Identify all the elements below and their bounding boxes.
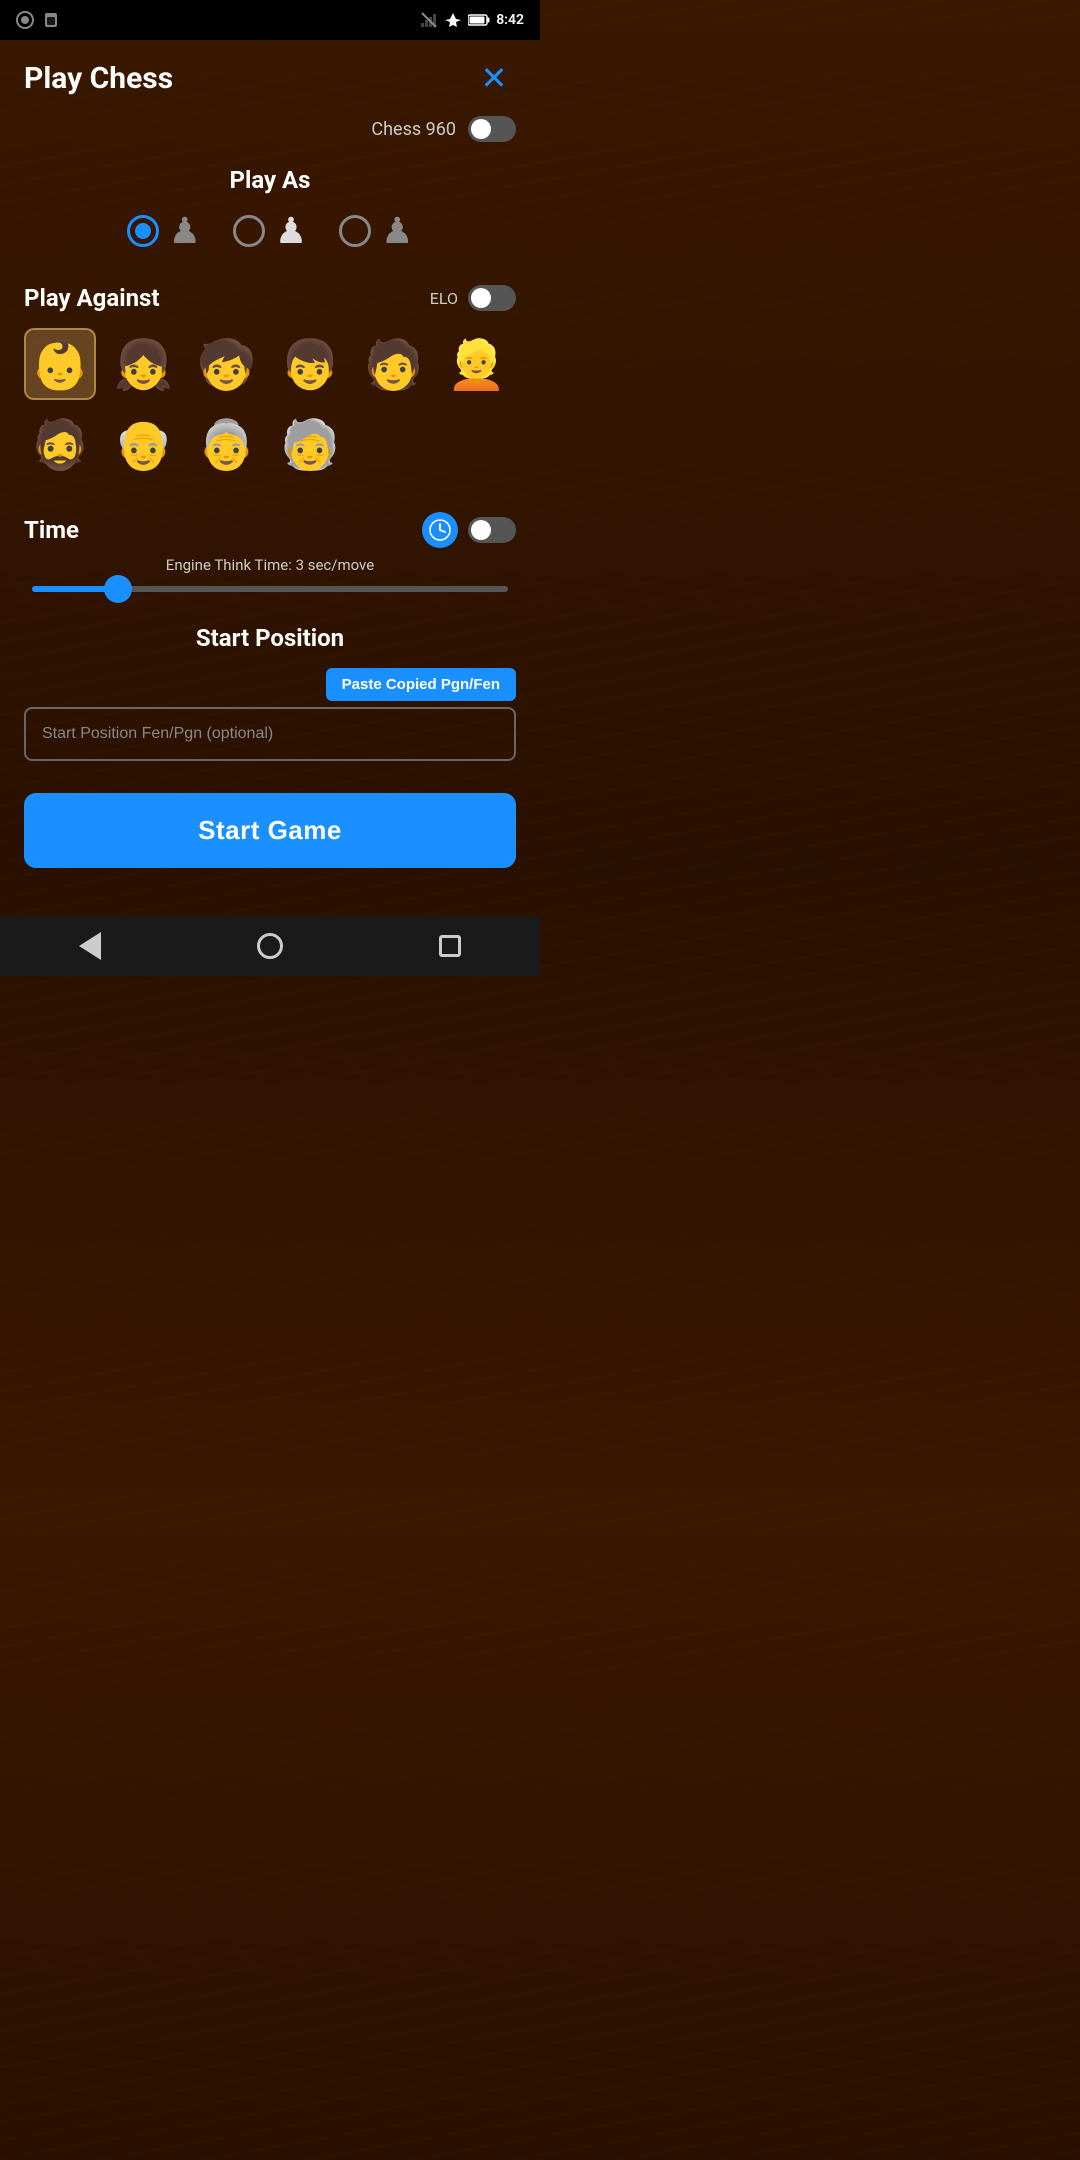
play-as-random[interactable]: ♟ (339, 210, 413, 252)
bottom-nav (0, 916, 540, 976)
time-controls (422, 512, 516, 548)
avatar-blond[interactable]: 👱 (441, 328, 513, 400)
black-piece-icon: ♟ (169, 210, 201, 252)
paste-button[interactable]: Paste Copied Pgn/Fen (326, 668, 516, 701)
header-row: Play Chess ✕ (24, 56, 516, 100)
recent-nav-button[interactable] (420, 916, 480, 976)
avatar-empty2 (441, 408, 513, 480)
close-button[interactable]: ✕ (472, 56, 516, 100)
back-icon (79, 932, 101, 960)
avatar-old-woman[interactable]: 👵 (191, 408, 263, 480)
play-as-heading: Play As (24, 166, 516, 194)
clock-icon (422, 512, 458, 548)
status-left-icons (16, 11, 60, 29)
play-as-row: ♟ ♟ ♟ (24, 210, 516, 252)
status-right-icons: 8:42 (420, 11, 524, 29)
radio-black[interactable] (127, 215, 159, 247)
time-header: Time (24, 512, 516, 548)
chess960-row: Chess 960 (24, 116, 516, 142)
main-content: Play Chess ✕ Chess 960 Play As ♟ ♟ ♟ Pla… (0, 40, 540, 916)
home-icon (257, 933, 283, 959)
play-as-black[interactable]: ♟ (127, 210, 201, 252)
time-toggle[interactable] (468, 517, 516, 543)
sim-icon (42, 11, 60, 29)
chess960-toggle[interactable] (468, 116, 516, 142)
slider-thumb[interactable] (104, 575, 132, 603)
close-icon: ✕ (481, 62, 508, 94)
elo-row: ELO (430, 285, 516, 311)
play-against-title: Play Against (24, 284, 159, 312)
back-nav-button[interactable] (60, 916, 120, 976)
avatar-old-man[interactable]: 👴 (107, 408, 179, 480)
start-position-section: Start Position Paste Copied Pgn/Fen (24, 624, 516, 761)
slider-container[interactable] (32, 586, 508, 592)
page-title: Play Chess (24, 61, 173, 96)
fen-input[interactable] (24, 707, 516, 761)
avatar-girl[interactable]: 👧 (107, 328, 179, 400)
start-position-heading: Start Position (24, 624, 516, 652)
signal-off-icon (420, 11, 438, 29)
home-nav-button[interactable] (240, 916, 300, 976)
avatar-grid-row2: 🧔 👴 👵 🧓 (24, 408, 516, 480)
white-piece-icon: ♟ (275, 210, 307, 252)
play-against-header: Play Against ELO (24, 284, 516, 312)
chess960-label: Chess 960 (371, 119, 456, 140)
elo-label: ELO (430, 289, 458, 308)
time-title: Time (24, 516, 79, 544)
avatar-person[interactable]: 🧑 (357, 328, 429, 400)
elo-toggle[interactable] (468, 285, 516, 311)
status-time: 8:42 (496, 12, 524, 28)
avatar-grid-row1: 👶 👧 🧒 👦 🧑 👱 (24, 328, 516, 400)
radio-random[interactable] (339, 215, 371, 247)
battery-icon (468, 13, 490, 27)
avatar-child[interactable]: 🧒 (191, 328, 263, 400)
avatar-older[interactable]: 🧓 (274, 408, 346, 480)
radio-white[interactable] (233, 215, 265, 247)
avatar-boy[interactable]: 👦 (274, 328, 346, 400)
clock-svg (429, 519, 451, 541)
start-game-button[interactable]: Start Game (24, 793, 516, 868)
avatar-baby[interactable]: 👶 (24, 328, 96, 400)
avatar-empty1 (357, 408, 429, 480)
play-as-white[interactable]: ♟ (233, 210, 307, 252)
avatar-bearded[interactable]: 🧔 (24, 408, 96, 480)
airplane-icon (444, 11, 462, 29)
circle-icon (16, 11, 34, 29)
recent-icon (439, 935, 461, 957)
status-bar: 8:42 (0, 0, 540, 40)
engine-think-label: Engine Think Time: 3 sec/move (24, 556, 516, 574)
random-piece-icon: ♟ (381, 210, 413, 252)
slider-track (32, 586, 508, 592)
